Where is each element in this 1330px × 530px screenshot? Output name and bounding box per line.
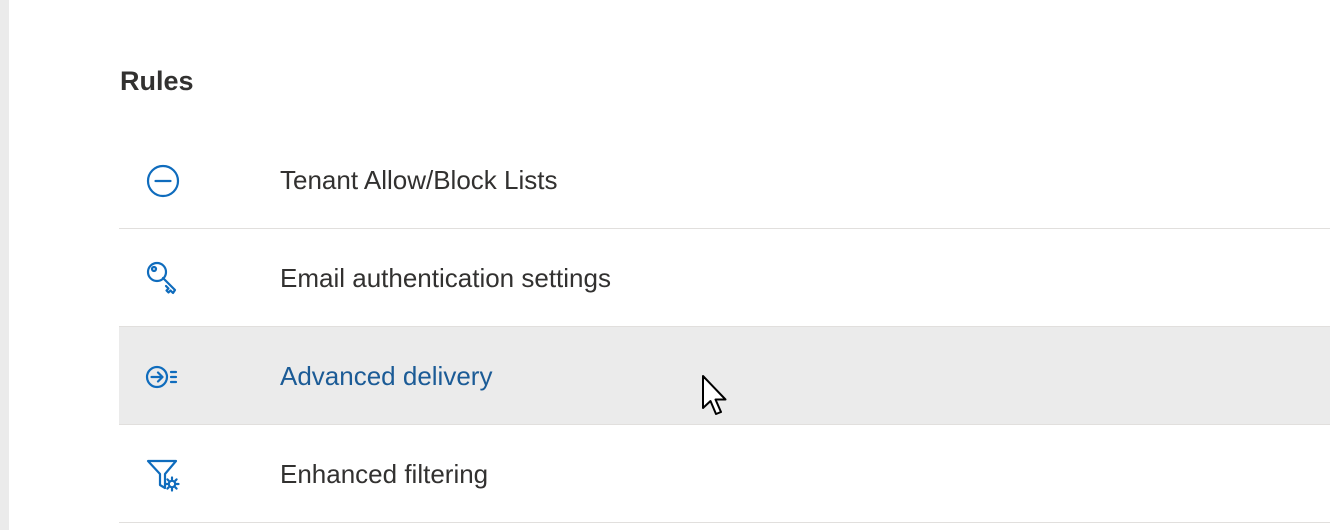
rule-item-email-authentication-settings[interactable]: Email authentication settings: [119, 229, 1330, 327]
rule-label: Advanced delivery: [280, 361, 493, 391]
left-rail: [0, 0, 9, 530]
section-title: Rules: [120, 66, 194, 96]
rule-item-enhanced-filtering[interactable]: Enhanced filtering: [119, 425, 1330, 523]
arrow-circle-list-icon: [145, 359, 181, 395]
rules-list: Tenant Allow/Block Lists Email authentic…: [119, 131, 1330, 523]
rule-item-tenant-allow-block-lists[interactable]: Tenant Allow/Block Lists: [119, 131, 1330, 229]
filter-settings-icon: [145, 457, 181, 493]
rule-label: Email authentication settings: [280, 263, 611, 293]
rule-label: Enhanced filtering: [280, 459, 489, 489]
blocked-circle-icon: [145, 163, 181, 199]
key-icon: [145, 261, 181, 297]
rule-label: Tenant Allow/Block Lists: [280, 165, 558, 195]
rule-item-advanced-delivery[interactable]: Advanced delivery: [119, 327, 1330, 425]
